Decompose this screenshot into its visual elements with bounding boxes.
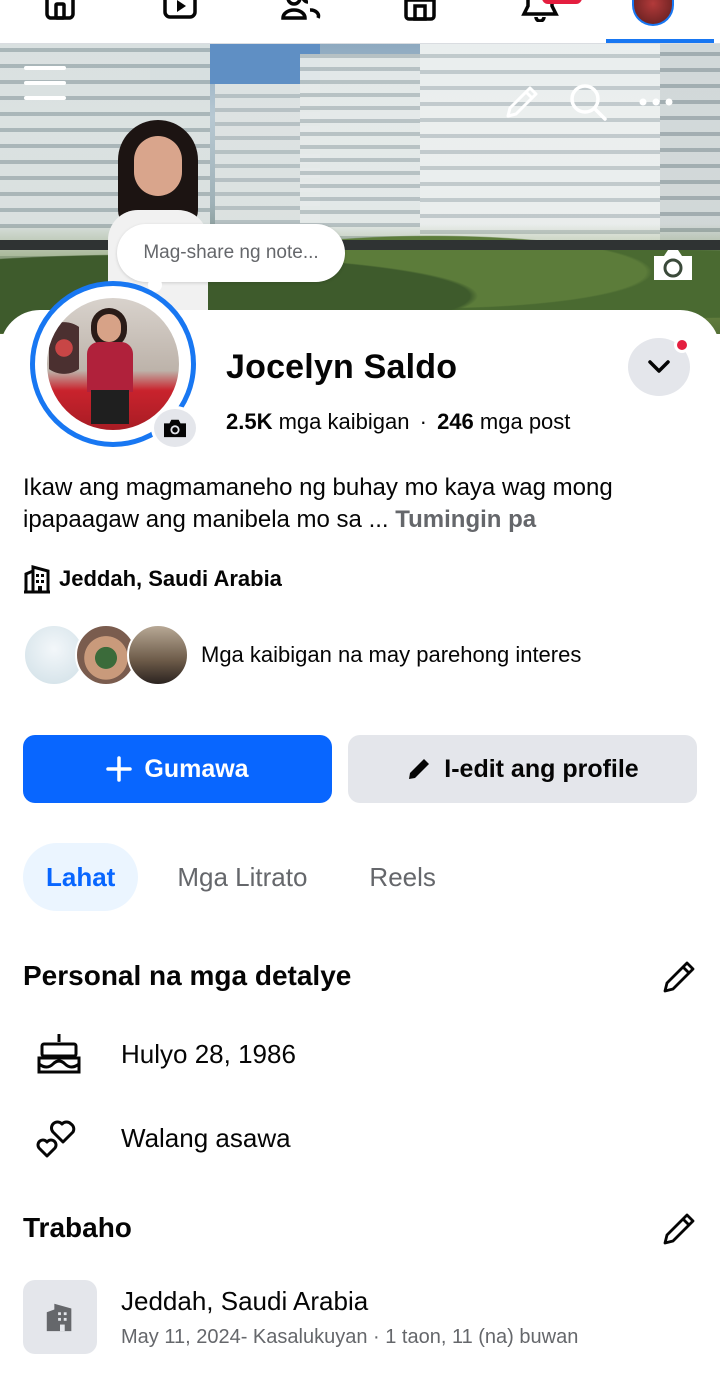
profile-tabs: Lahat Mga Litrato Reels	[23, 843, 475, 911]
menu-icon[interactable]	[24, 64, 66, 102]
home-icon[interactable]	[30, 0, 90, 40]
plus-icon	[106, 756, 133, 782]
edit-profile-label: I-edit ang profile	[444, 754, 639, 783]
more-icon[interactable]	[638, 94, 674, 110]
location-row: Jeddah, Saudi Arabia	[23, 564, 282, 594]
edit-profile-button[interactable]: I-edit ang profile	[348, 735, 697, 803]
friends-count: 2.5K	[226, 409, 273, 434]
tab-reels[interactable]: Reels	[346, 843, 458, 911]
profile-camera-icon[interactable]	[151, 406, 199, 450]
tab-photos[interactable]: Mga Litrato	[154, 843, 330, 911]
tab-all[interactable]: Lahat	[23, 843, 139, 911]
mutual-interest-row[interactable]: Mga kaibigan na may parehong interes	[23, 624, 581, 686]
profile-avatar	[632, 0, 674, 26]
birthday-text: Hulyo 28, 1986	[121, 1038, 296, 1069]
edit-pencil-icon[interactable]	[660, 1210, 698, 1248]
relationship-text: Walang asawa	[121, 1122, 291, 1153]
posts-label: mga post	[479, 409, 571, 434]
birthday-row: Hulyo 28, 1986	[33, 1032, 296, 1076]
top-navigation-bar	[0, 0, 720, 44]
notification-badge	[542, 0, 582, 4]
work-place: Jeddah, Saudi Arabia	[121, 1286, 369, 1316]
notification-dot	[674, 337, 690, 353]
birthday-cake-icon	[37, 1034, 81, 1074]
active-tab-indicator	[606, 39, 714, 43]
profile-name: Jocelyn Saldo	[226, 348, 458, 386]
bell-icon[interactable]	[510, 0, 582, 40]
friend-avatar	[127, 624, 189, 686]
posts-count: 246	[437, 409, 474, 434]
hearts-icon	[36, 1120, 76, 1158]
pencil-icon	[409, 759, 430, 779]
work-period: May 11, 2024- Kasalukuyan · 1 taon, 11 (…	[121, 1326, 579, 1348]
marketplace-icon[interactable]	[390, 0, 450, 40]
video-icon[interactable]	[150, 0, 210, 40]
stats-separator: ·	[419, 409, 427, 434]
create-button-label: Gumawa	[144, 754, 249, 783]
personal-details-title: Personal na mga detalye	[23, 960, 352, 991]
work-title: Trabaho	[23, 1212, 132, 1243]
friends-icon[interactable]	[270, 0, 330, 40]
profile-stats[interactable]: 2.5K mga kaibigan · 246 mga post	[226, 409, 570, 435]
friends-label: mga kaibigan	[278, 409, 410, 434]
profile-avatar-tab[interactable]	[622, 0, 686, 40]
pencil-icon[interactable]	[502, 84, 540, 122]
cover-building	[660, 44, 720, 244]
profile-bio: Ikaw ang magmamaneho ng buhay mo kaya wa…	[23, 472, 703, 536]
building-icon	[24, 565, 50, 594]
create-button[interactable]: Gumawa	[23, 735, 332, 803]
relationship-row: Walang asawa	[33, 1116, 291, 1160]
camera-icon[interactable]	[650, 246, 696, 284]
location-text: Jeddah, Saudi Arabia	[59, 566, 282, 591]
chevron-down-icon	[648, 360, 670, 373]
search-icon[interactable]	[568, 82, 608, 122]
share-note-bubble[interactable]: Mag-share ng note...	[117, 224, 345, 282]
mutual-interest-text: Mga kaibigan na may parehong interes	[201, 642, 582, 667]
workplace-icon	[23, 1280, 97, 1354]
edit-pencil-icon[interactable]	[660, 958, 698, 996]
see-more-link[interactable]: Tumingin pa	[395, 506, 536, 533]
